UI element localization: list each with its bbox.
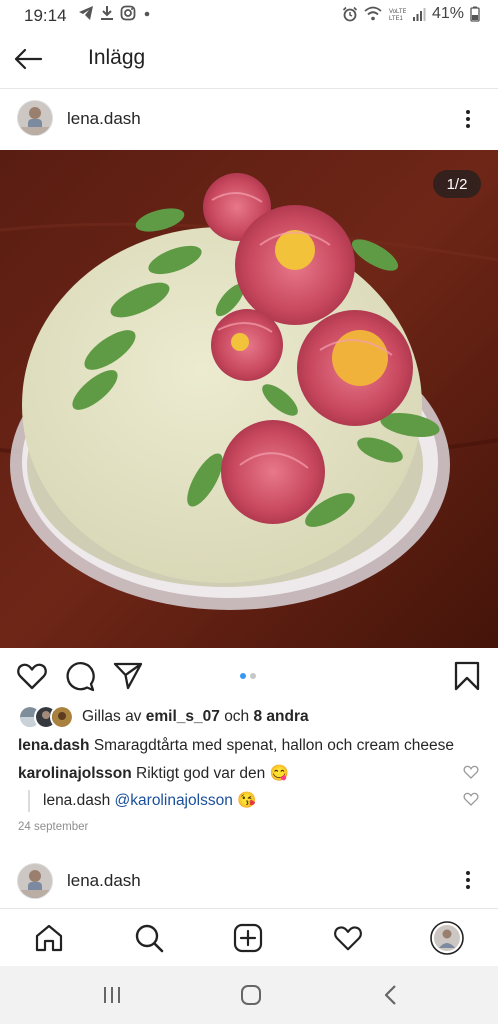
home-system-button[interactable] bbox=[236, 982, 266, 1008]
like-heart-icon[interactable] bbox=[16, 660, 48, 692]
more-options-button[interactable] bbox=[458, 865, 478, 895]
recent-apps-button[interactable] bbox=[97, 982, 127, 1008]
home-icon bbox=[35, 924, 63, 952]
nav-home-button[interactable] bbox=[32, 921, 66, 955]
more-dot bbox=[466, 871, 470, 875]
svg-text:LTE1: LTE1 bbox=[389, 16, 404, 22]
nav-search-button[interactable] bbox=[132, 921, 166, 955]
next-post-username[interactable]: lena.dash bbox=[67, 871, 141, 891]
comment-username[interactable]: karolinajolsson bbox=[18, 765, 132, 782]
comment-emoji: 😋 bbox=[269, 765, 289, 782]
profile-avatar bbox=[430, 921, 464, 955]
lte-icon: VoLTELTE1 bbox=[389, 9, 406, 22]
likes-prefix: Gillas av bbox=[82, 708, 142, 725]
battery-icon bbox=[470, 6, 480, 22]
bottom-navigation bbox=[0, 908, 498, 967]
bookmark-icon[interactable] bbox=[451, 660, 483, 692]
comment-icon[interactable] bbox=[64, 660, 96, 692]
reply-like-heart-icon[interactable] bbox=[463, 791, 479, 807]
caption-text: Smaragdtårta med spenat, hallon och crea… bbox=[93, 737, 454, 754]
post-username[interactable]: lena.dash bbox=[67, 109, 141, 129]
post-header: lena.dash bbox=[0, 90, 498, 150]
likes-others[interactable]: 8 andra bbox=[254, 708, 309, 726]
status-notification-icons bbox=[78, 5, 152, 21]
battery-percent: 41% bbox=[431, 5, 464, 22]
avatar-image bbox=[18, 864, 52, 898]
comment-row: karolinajolsson Riktigt god var den 😋 bbox=[18, 764, 289, 783]
more-dot bbox=[466, 124, 470, 128]
avatar-image bbox=[18, 101, 52, 135]
alarm-icon bbox=[342, 6, 358, 22]
post-caption: lena.dash Smaragdtårta med spenat, hallo… bbox=[18, 737, 454, 755]
likes-row[interactable]: Gillas av emil_s_07 och 8 andra bbox=[18, 704, 309, 730]
nav-add-button[interactable] bbox=[231, 921, 265, 955]
home-circle-icon bbox=[241, 985, 261, 1005]
instagram-icon bbox=[120, 5, 136, 21]
liker-avatar bbox=[50, 705, 74, 729]
recent-apps-icon bbox=[104, 987, 120, 1003]
signal-icon bbox=[412, 8, 426, 21]
back-button[interactable] bbox=[10, 43, 46, 75]
likes-middle: och bbox=[224, 708, 250, 725]
carousel-indicator bbox=[240, 673, 256, 679]
comment-text: Riktigt god var den bbox=[136, 765, 266, 782]
post-image[interactable] bbox=[0, 150, 498, 648]
reply-username[interactable]: lena.dash bbox=[43, 792, 110, 809]
arrow-left-icon bbox=[14, 48, 43, 70]
app-bar: Inlägg bbox=[0, 30, 498, 89]
wifi-icon bbox=[364, 6, 382, 21]
download-icon bbox=[101, 6, 113, 20]
more-dot bbox=[466, 885, 470, 889]
more-options-button[interactable] bbox=[458, 104, 478, 134]
search-icon bbox=[135, 924, 164, 953]
likes-user[interactable]: emil_s_07 bbox=[146, 708, 220, 726]
status-time: 19:14 bbox=[24, 6, 67, 25]
back-chevron-icon bbox=[384, 985, 396, 1005]
more-dot bbox=[466, 878, 470, 882]
add-post-icon bbox=[233, 923, 263, 953]
more-dot bbox=[466, 110, 470, 114]
post-actions bbox=[0, 650, 498, 702]
caption-username[interactable]: lena.dash bbox=[18, 737, 90, 754]
telegram-icon bbox=[79, 6, 93, 20]
carousel-dot bbox=[250, 673, 256, 679]
image-counter-badge: 1/2 bbox=[433, 170, 481, 198]
comment-like-heart-icon[interactable] bbox=[463, 764, 479, 780]
dot-icon bbox=[144, 11, 150, 17]
avatar[interactable] bbox=[17, 863, 53, 899]
system-navigation-bar bbox=[0, 966, 498, 1024]
share-icon[interactable] bbox=[112, 660, 144, 692]
reply-row: lena.dash @karolinajolsson 😘 bbox=[28, 790, 256, 812]
post-date: 24 september bbox=[18, 821, 89, 833]
cake-photo bbox=[0, 150, 498, 648]
nav-activity-button[interactable] bbox=[331, 921, 365, 955]
next-post-header: lena.dash bbox=[0, 850, 498, 910]
carousel-dot-active bbox=[240, 673, 246, 679]
svg-text:VoLTE: VoLTE bbox=[389, 9, 406, 15]
reply-emoji: 😘 bbox=[237, 792, 257, 809]
more-dot bbox=[466, 117, 470, 121]
status-bar: 19:14 VoLTE LTE1 41% bbox=[0, 0, 498, 30]
activity-heart-icon bbox=[334, 926, 362, 951]
reply-mention[interactable]: @karolinajolsson bbox=[115, 792, 233, 809]
status-system-icons: VoLTE LTE1 41% bbox=[342, 5, 480, 23]
nav-profile-button[interactable] bbox=[430, 921, 464, 955]
avatar[interactable] bbox=[17, 100, 53, 136]
page-title: Inlägg bbox=[88, 46, 146, 69]
back-system-button[interactable] bbox=[376, 982, 406, 1008]
